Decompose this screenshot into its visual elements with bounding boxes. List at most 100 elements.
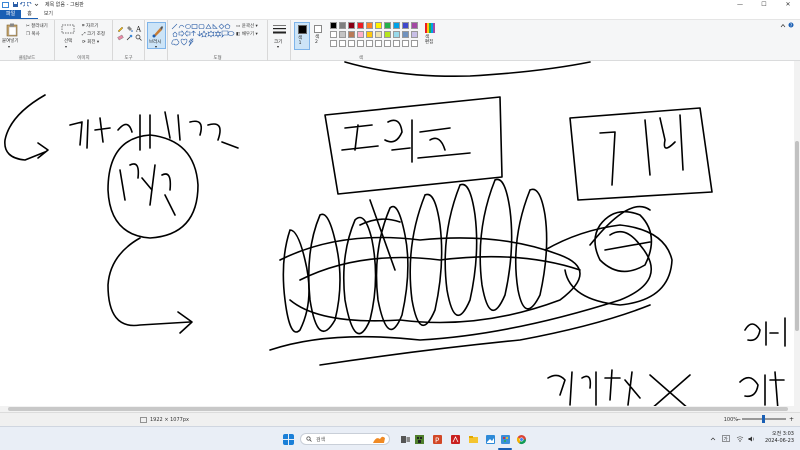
fill-button[interactable]: ◧ 채우기 ▾ bbox=[236, 31, 258, 37]
color-swatch[interactable] bbox=[366, 40, 373, 47]
horizontal-scroll-thumb[interactable] bbox=[8, 407, 788, 411]
brushes-button[interactable]: 브러시 ▾ bbox=[147, 22, 166, 49]
color-swatch[interactable] bbox=[339, 22, 346, 29]
volume-icon[interactable] bbox=[748, 436, 756, 442]
crop-label: 자르기 bbox=[85, 24, 99, 29]
help-icon[interactable]: ? bbox=[788, 22, 794, 28]
magnifier-icon[interactable] bbox=[135, 34, 142, 41]
canvas-size-text: 1922 × 1077px bbox=[150, 416, 189, 423]
color-swatch[interactable] bbox=[357, 40, 364, 47]
zoom-in-button[interactable]: + bbox=[789, 416, 794, 423]
task-view-icon[interactable] bbox=[400, 434, 411, 445]
language-icon[interactable]: 가 bbox=[722, 435, 730, 442]
paste-dropdown-icon[interactable]: ▾ bbox=[8, 44, 10, 49]
pencil-icon[interactable] bbox=[117, 25, 124, 32]
customize-chevron-icon[interactable] bbox=[34, 2, 39, 7]
color-swatch[interactable] bbox=[330, 40, 337, 47]
tab-file[interactable]: 파일 bbox=[0, 9, 22, 19]
taskbar-search[interactable]: 검색 bbox=[300, 433, 390, 445]
color-swatch[interactable] bbox=[375, 22, 382, 29]
size-button[interactable]: 크기 ▾ bbox=[271, 23, 288, 51]
color-swatch[interactable] bbox=[348, 22, 355, 29]
color1-swatch bbox=[298, 25, 307, 34]
color-swatch[interactable] bbox=[330, 22, 337, 29]
color-swatch[interactable] bbox=[393, 40, 400, 47]
color-swatch[interactable] bbox=[375, 40, 382, 47]
text-icon[interactable]: A bbox=[135, 25, 142, 33]
color-swatch[interactable] bbox=[366, 22, 373, 29]
powerpoint-icon[interactable]: P bbox=[432, 434, 443, 445]
zoom-slider-knob[interactable] bbox=[762, 415, 765, 423]
vertical-scroll-thumb[interactable] bbox=[795, 141, 799, 331]
color-swatch[interactable] bbox=[384, 22, 391, 29]
tray-chevron-icon[interactable] bbox=[710, 436, 716, 442]
paste-icon[interactable] bbox=[6, 23, 18, 37]
color-swatch[interactable] bbox=[393, 22, 400, 29]
color-swatch[interactable] bbox=[339, 40, 346, 47]
minecraft-icon[interactable] bbox=[414, 434, 425, 445]
color-swatch[interactable] bbox=[339, 31, 346, 38]
system-clock[interactable]: 오전 3:03 2024-06-23 bbox=[765, 431, 794, 445]
select-dropdown-icon[interactable]: ▾ bbox=[65, 44, 67, 49]
acrobat-icon[interactable] bbox=[450, 434, 461, 445]
outline-button[interactable]: ▭ 윤곽선 ▾ bbox=[236, 23, 258, 29]
edit-colors-button[interactable]: 색 편집 bbox=[423, 22, 437, 50]
color-swatch[interactable] bbox=[411, 31, 418, 38]
shapes-gallery[interactable] bbox=[171, 23, 235, 47]
windows-start-icon[interactable] bbox=[283, 434, 294, 445]
svg-text:가: 가 bbox=[724, 436, 728, 443]
edit-colors-icon bbox=[425, 23, 435, 33]
collapse-ribbon-icon[interactable] bbox=[780, 23, 786, 28]
color-swatch[interactable] bbox=[402, 31, 409, 38]
maximize-button[interactable]: ☐ bbox=[752, 0, 776, 9]
color-swatch[interactable] bbox=[357, 22, 364, 29]
close-button[interactable]: ✕ bbox=[776, 0, 800, 9]
zoom-slider[interactable] bbox=[742, 415, 786, 423]
color-swatch[interactable] bbox=[357, 31, 364, 38]
eraser-icon[interactable] bbox=[117, 34, 124, 41]
color-swatch[interactable] bbox=[384, 40, 391, 47]
paint-taskbar-icon[interactable] bbox=[500, 434, 511, 445]
color-swatch[interactable] bbox=[411, 22, 418, 29]
file-explorer-icon[interactable] bbox=[468, 434, 479, 445]
copy-button[interactable]: ❐ 복사 bbox=[26, 31, 40, 37]
select-icon[interactable] bbox=[61, 24, 75, 34]
color1-button[interactable]: 색 1 bbox=[294, 22, 310, 50]
vertical-scrollbar[interactable] bbox=[794, 61, 800, 412]
zoom-out-button[interactable]: − bbox=[736, 416, 741, 423]
photos-icon[interactable] bbox=[485, 434, 496, 445]
color-swatch[interactable] bbox=[348, 40, 355, 47]
color-swatch[interactable] bbox=[384, 31, 391, 38]
color-swatch[interactable] bbox=[402, 40, 409, 47]
minimize-button[interactable]: — bbox=[728, 0, 752, 9]
tab-view[interactable]: 보기 bbox=[38, 10, 59, 19]
fill-label: 채우기 bbox=[241, 32, 255, 37]
color-swatch[interactable] bbox=[411, 40, 418, 47]
crop-button[interactable]: ⌗ 자르기 bbox=[82, 23, 98, 29]
cut-button[interactable]: ✂ 잘라내기 bbox=[26, 23, 48, 29]
color-swatch[interactable] bbox=[375, 31, 382, 38]
chrome-icon[interactable] bbox=[516, 434, 527, 445]
drawing-canvas[interactable] bbox=[0, 61, 800, 412]
redo-icon[interactable] bbox=[27, 2, 32, 7]
color-swatch[interactable] bbox=[366, 31, 373, 38]
color-swatch[interactable] bbox=[393, 31, 400, 38]
shapes-group: ▭ 윤곽선 ▾ ◧ 채우기 ▾ 도형 bbox=[168, 20, 268, 62]
rotate-button[interactable]: ⟳ 회전 ▾ bbox=[82, 39, 99, 45]
color-swatch[interactable] bbox=[330, 31, 337, 38]
canvas-size-icon bbox=[140, 417, 147, 423]
size-dropdown-icon: ▾ bbox=[277, 44, 280, 49]
edit-colors-label: 색 편집 bbox=[425, 35, 434, 45]
tab-home[interactable]: 홈 bbox=[21, 10, 38, 19]
resize-icon: ⤢ bbox=[82, 32, 86, 37]
color-swatch[interactable] bbox=[348, 31, 355, 38]
color-swatch[interactable] bbox=[402, 22, 409, 29]
resize-button[interactable]: ⤢ 크기 조정 bbox=[82, 31, 105, 37]
network-icon[interactable] bbox=[736, 436, 744, 442]
paste-button[interactable]: 붙여넣기 bbox=[2, 38, 19, 44]
undo-icon[interactable] bbox=[20, 2, 25, 7]
color2-button[interactable]: 색 2 bbox=[312, 22, 326, 50]
save-icon[interactable] bbox=[13, 2, 18, 7]
fill-bucket-icon[interactable] bbox=[126, 25, 133, 32]
color-picker-icon[interactable] bbox=[126, 34, 133, 41]
